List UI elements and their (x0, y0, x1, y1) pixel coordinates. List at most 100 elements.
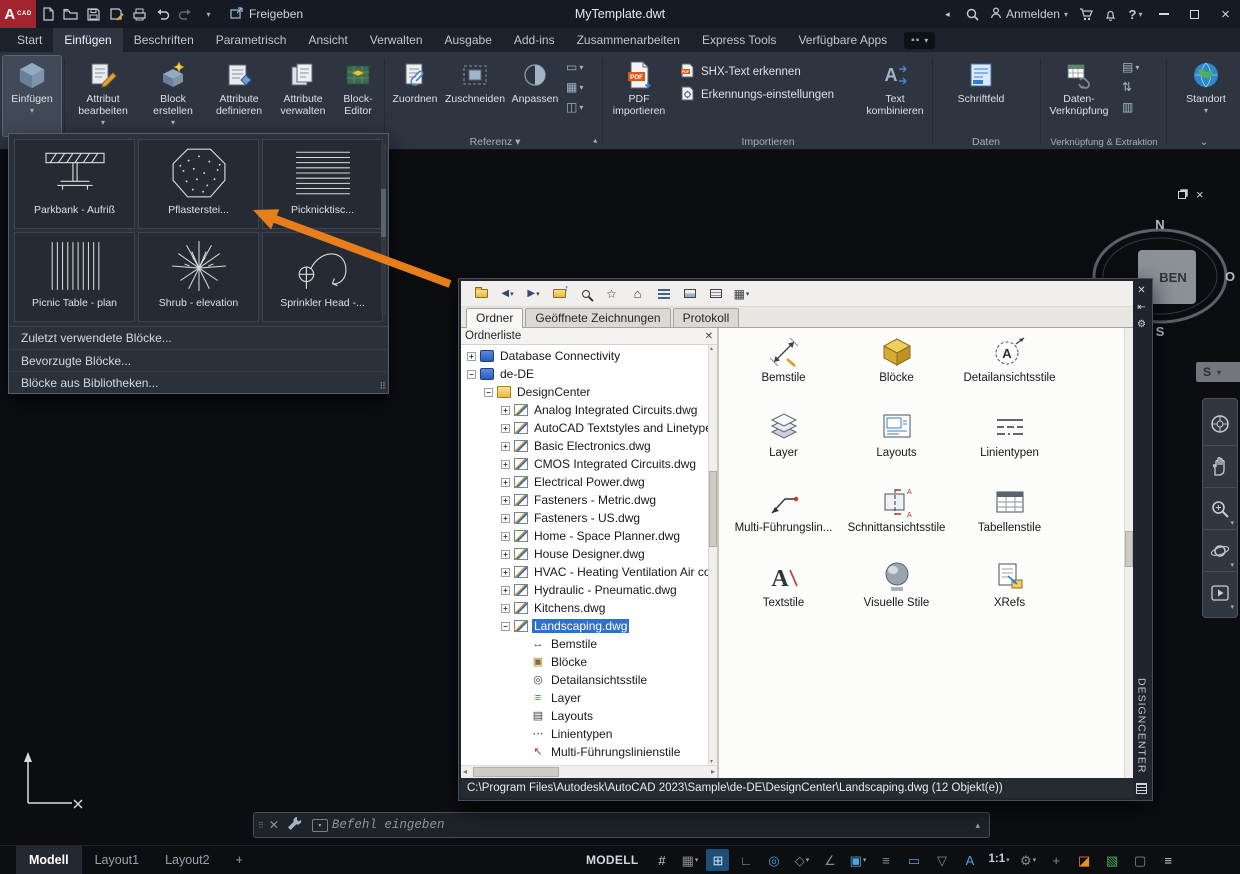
ribbon-tab[interactable]: Verwalten (359, 28, 434, 52)
designcenter-toolbar-icon[interactable] (548, 283, 571, 304)
command-history-chevron-icon[interactable]: ▴ (975, 820, 980, 831)
tree-expander-icon[interactable] (501, 621, 510, 631)
designcenter-tab[interactable]: Protokoll (672, 308, 740, 327)
extract-data-button[interactable]: ▤ ▾ (1122, 60, 1139, 74)
model-space-label[interactable]: MODELL (586, 853, 638, 867)
command-line-grip[interactable]: ⠿ (258, 821, 264, 830)
manage-attributes-button[interactable]: Attribute verwalten (273, 56, 333, 136)
tree-item[interactable]: de-DE (461, 365, 708, 383)
designcenter-toolbar-icon[interactable] (678, 284, 701, 304)
ribbon-tab[interactable]: Zusammenarbeiten (566, 28, 691, 52)
block-tile-picnic-table-plan[interactable]: Picnic Table - plan (14, 232, 135, 322)
tree-expander-icon[interactable] (501, 531, 510, 541)
content-item[interactable]: A Textstile (729, 557, 839, 632)
content-item[interactable]: Layer (729, 407, 839, 482)
tree-expander-icon[interactable] (501, 441, 510, 451)
navigation-wheel-icon[interactable] (1204, 403, 1236, 445)
tree-item[interactable]: Fasteners - US.dwg (461, 509, 708, 527)
reference-panel-label[interactable]: Referenz ▾ (388, 136, 602, 148)
status-toggle[interactable]: ≡ (1157, 849, 1180, 871)
tree-expander-icon[interactable] (501, 405, 510, 415)
show-motion-icon[interactable]: ▾ (1204, 571, 1236, 613)
ribbon-tab[interactable]: Verfügbare Apps (787, 28, 898, 52)
tree-expander-icon[interactable] (501, 477, 510, 487)
tree-item[interactable]: Layer (461, 689, 708, 707)
tree-item[interactable]: Bemstile (461, 635, 708, 653)
content-vertical-scrollbar[interactable] (1124, 328, 1133, 778)
quick-access-dropdown-icon[interactable]: ▾ (197, 3, 220, 25)
designcenter-toolbar-icon[interactable] (704, 284, 727, 304)
new-file-button[interactable] (36, 3, 59, 25)
content-item[interactable]: AA Schnittansichtsstile (842, 482, 952, 557)
command-input[interactable] (331, 818, 967, 832)
tree-expander-icon[interactable] (484, 387, 493, 397)
status-toggle[interactable]: ≡ (874, 849, 897, 871)
shx-recognize-button[interactable]: PDF SHX-Text erkennen (680, 62, 801, 82)
tree-expander-icon[interactable] (501, 423, 510, 433)
tree-expander-icon[interactable] (467, 369, 476, 379)
tree-item[interactable]: Home - Space Planner.dwg (461, 527, 708, 545)
tree-item[interactable]: Layouts (461, 707, 708, 725)
block-editor-button[interactable]: Block-Editor (335, 56, 381, 136)
designcenter-toolbar-icon[interactable] (574, 284, 597, 304)
status-toggle[interactable]: ∟ (734, 849, 757, 871)
layout-tab[interactable]: Layout2 (152, 846, 222, 874)
minimize-button[interactable] (1149, 0, 1178, 28)
search-icon[interactable] (961, 3, 984, 25)
status-toggle[interactable]: # (650, 849, 673, 871)
designcenter-toolbar-icon[interactable] (496, 284, 519, 304)
ribbon-tab[interactable]: Start (6, 28, 53, 52)
content-item[interactable]: Multi-Führungslin... (729, 482, 839, 557)
undo-button[interactable] (151, 3, 174, 25)
tree-item[interactable]: Landscaping.dwg (461, 617, 708, 635)
open-file-button[interactable] (59, 3, 82, 25)
content-item[interactable]: Visuelle Stile (842, 557, 952, 632)
location-panel-caret-icon[interactable]: ⌄ (1168, 136, 1240, 148)
gallery-menu-item[interactable]: Zuletzt verwendete Blöcke... (9, 327, 388, 349)
status-toggle[interactable]: ▭ (902, 849, 925, 871)
collapse-left-icon[interactable]: ◂ (936, 3, 959, 25)
field-button[interactable]: Schriftfeld (950, 56, 1012, 136)
close-button[interactable]: × (1211, 0, 1240, 28)
ribbon-tab[interactable]: Beschriften (123, 28, 205, 52)
tree-expander-icon[interactable] (501, 513, 510, 523)
save-button[interactable] (82, 3, 105, 25)
zoom-icon[interactable]: ▾ (1204, 487, 1236, 529)
tree-item[interactable]: CMOS Integrated Circuits.dwg (461, 455, 708, 473)
tree-item[interactable]: AutoCAD Textstyles and Linetypes.dwg (461, 419, 708, 437)
content-item[interactable]: A Detailansichtsstile (955, 332, 1065, 407)
attach-reference-button[interactable]: Zuordnen (388, 56, 442, 136)
content-item[interactable]: Bemstile (729, 332, 839, 407)
tree-item[interactable]: House Designer.dwg (461, 545, 708, 563)
notification-bell-icon[interactable] (1099, 3, 1122, 25)
command-line-close-icon[interactable]: ✕ (269, 818, 279, 832)
block-tile-shrub[interactable]: Shrub - elevation (138, 232, 259, 322)
tree-item[interactable]: Multi-Führungslinienstile (461, 743, 708, 761)
block-tile-pflasterstein[interactable]: Pflasterstei... (138, 139, 259, 229)
customize-wrench-icon[interactable] (287, 816, 302, 835)
status-toggle[interactable]: ◎ (762, 849, 785, 871)
ribbon-tab[interactable]: Einfügen (53, 28, 123, 52)
designcenter-close-icon[interactable]: ✕ (1137, 284, 1145, 296)
import-panel-label[interactable]: Importieren (606, 136, 930, 148)
maximize-button[interactable] (1180, 0, 1209, 28)
tree-pane-close-icon[interactable]: ✕ (705, 331, 713, 342)
data-link-button[interactable]: Daten-Verknüpfung (1046, 56, 1112, 136)
designcenter-tab[interactable]: Ordner (466, 308, 524, 328)
tree-item[interactable]: HVAC - Heating Ventilation Air condition… (461, 563, 708, 581)
status-toggle[interactable]: ⊞ (706, 849, 730, 871)
tree-horizontal-scrollbar[interactable] (461, 765, 717, 778)
data-panel-label[interactable]: Daten (934, 136, 1038, 148)
compass-south-label[interactable]: S (1156, 324, 1165, 339)
tree-expander-icon[interactable] (501, 459, 510, 469)
save-as-button[interactable] (105, 3, 128, 25)
adjust-reference-button[interactable]: Anpassen (508, 56, 562, 136)
block-tile-sprinkler-head[interactable]: Sprinkler Head -... (262, 232, 383, 322)
gallery-scrollbar[interactable] (381, 144, 386, 314)
define-attributes-button[interactable]: Attribute definieren (207, 56, 271, 136)
underlay-layers-button[interactable]: ▦ ▾ (566, 80, 583, 94)
content-item[interactable]: Linientypen (955, 407, 1065, 482)
redo-button[interactable] (174, 3, 197, 25)
gallery-menu-item[interactable]: Blöcke aus Bibliotheken... (9, 371, 388, 393)
ribbon-tab[interactable]: Ansicht (297, 28, 358, 52)
